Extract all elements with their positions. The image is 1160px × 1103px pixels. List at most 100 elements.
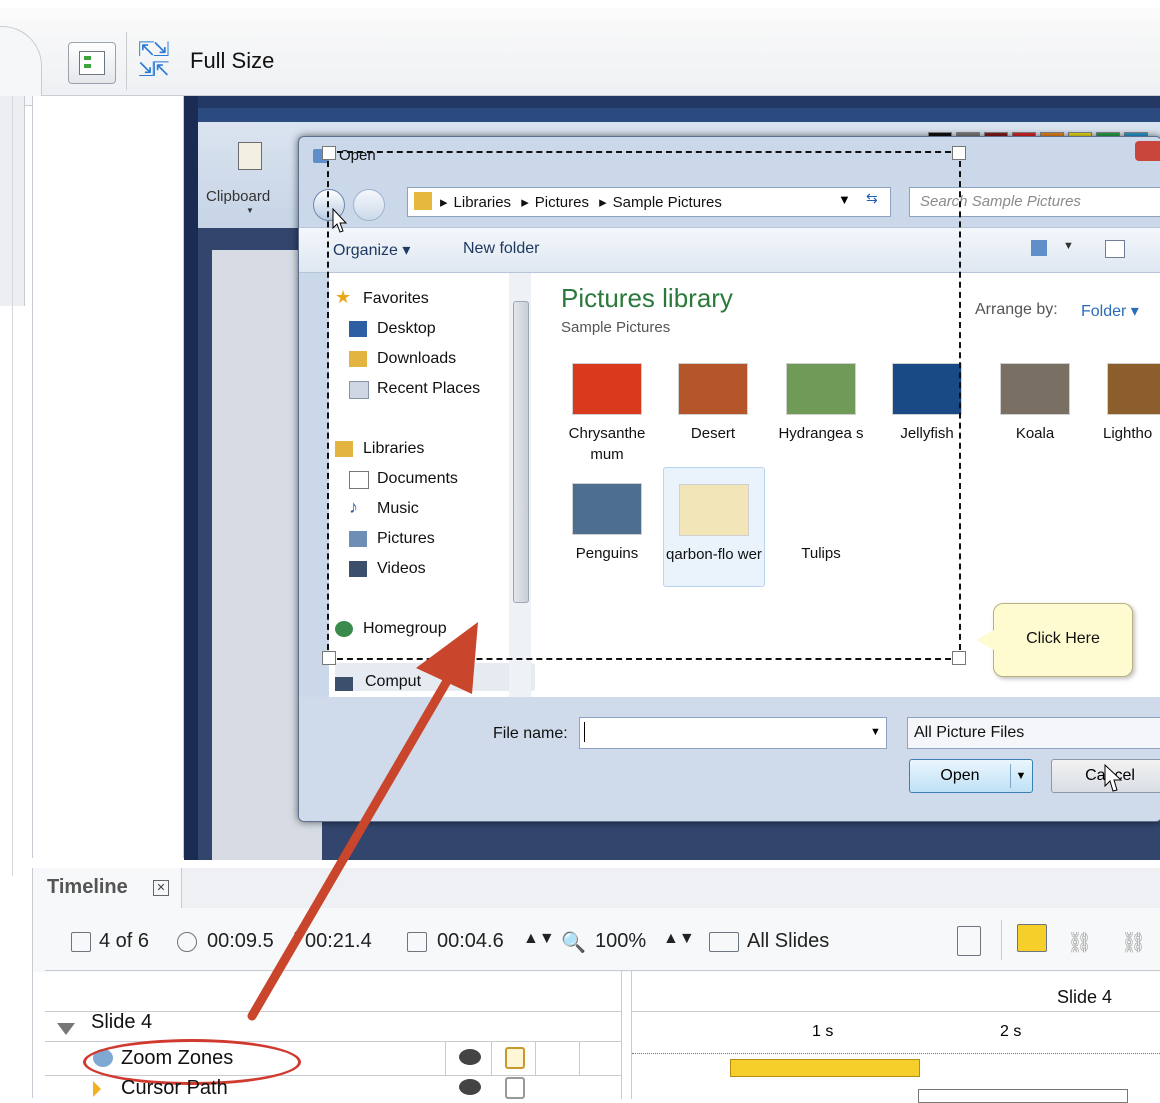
paint-ribbon-tabs [198,108,1160,122]
callout-tail [976,630,994,650]
clock-icon [177,932,197,952]
timeline-title: Timeline [47,876,128,898]
resize-handle-bl[interactable] [322,651,336,665]
resize-handle-br[interactable] [952,651,966,665]
slide-count-icon [71,932,91,952]
file-type-select[interactable]: All Picture Files [907,717,1160,749]
callout-text: Click Here [1026,630,1100,647]
cursor-path-icon [93,1081,101,1097]
resize-handle-tl[interactable] [322,146,336,160]
timeline-tab[interactable]: Timeline ✕ [33,868,182,908]
image-thumb-icon [1000,363,1070,415]
slide-count: 4 of 6 [99,930,150,952]
link-add-icon[interactable]: ⛓ [1067,930,1092,955]
lock-icon[interactable] [505,1047,525,1069]
zoom-stepper-icon[interactable]: ▲▼ [663,930,695,948]
file-type-value: All Picture Files [914,724,1025,741]
view-dropdown-icon[interactable]: ▼ [1063,240,1074,252]
arrange-by-label: Arrange by: [975,301,1058,318]
cell-divider [491,1041,492,1075]
properties-icon[interactable] [1017,924,1047,952]
timeline-column-header [45,971,621,1012]
timeline-header: Timeline ✕ [33,868,1160,909]
ruler-mark-2s: 2 s [1000,1023,1022,1040]
preview-pane-icon[interactable] [1105,240,1125,258]
open-button[interactable]: Open ▼ [909,759,1033,793]
zoom-zone-selection[interactable] [322,146,966,665]
duration-stepper-icon[interactable]: ▲▼ [523,930,555,948]
file-name-dropdown-icon[interactable]: ▼ [870,726,881,738]
all-slides-toggle[interactable]: All Slides [747,930,829,953]
link-remove-icon[interactable]: ⛓ [1121,930,1146,955]
group-label: Slide 4 [91,1011,153,1033]
dialog-footer: Comput File name: ▼ All Picture Files Op… [299,673,1160,821]
timeline-panel: Timeline ✕ 4 of 6 00:09.5 / 00:21.4 00:0… [32,868,1160,1103]
timeline-row-cursor-path[interactable]: Cursor Path [45,1075,621,1099]
time-separator: / [291,930,297,952]
file-name: Koala [1015,425,1055,442]
ruler-mark-1s: 1 s [812,1023,834,1040]
file-thumbnail[interactable]: Koala [985,363,1085,483]
visibility-eye-icon[interactable] [459,1079,481,1095]
clipboard-label: Clipboard [206,188,271,205]
file-name: Lightho [1103,425,1153,442]
open-button-label: Open [940,767,980,784]
lock-icon[interactable] [505,1077,525,1099]
toolbar-separator [1001,920,1002,960]
duration: 00:04.6 [437,930,504,952]
close-button[interactable] [1135,141,1160,161]
open-split-dropdown-icon[interactable]: ▼ [1010,764,1031,788]
resize-handle-tr[interactable] [952,146,966,160]
ruler-divider [632,1011,1160,1012]
properties-icon-bar-2 [84,64,91,68]
mouse-cursor-icon [1104,764,1123,792]
mouse-cursor-icon [332,208,348,233]
left-gutter-line [12,96,13,876]
properties-panel-icon [79,51,105,75]
close-icon[interactable]: ✕ [153,880,169,896]
change-view-icon[interactable] [1031,240,1047,256]
file-name-input[interactable]: ▼ [579,717,887,749]
cell-divider [445,1041,446,1075]
file-name-label: File name: [493,725,568,742]
all-slides-icon [709,932,739,952]
cursor-path-label: Cursor Path [121,1077,228,1099]
click-here-callout[interactable]: Click Here [976,603,1133,677]
file-thumbnail[interactable]: Lightho [1085,363,1160,483]
current-time: 00:09.5 [207,930,274,952]
timeline-grid: Slide 4 Zoom Zones Cursor Path Slide 4 1… [45,970,1160,1103]
timeline-controls: 4 of 6 00:09.5 / 00:21.4 00:04.6 ▲▼ 🔍 10… [33,908,1160,972]
zoom-level: 100% [595,930,647,952]
visibility-eye-icon[interactable] [459,1049,481,1065]
top-toolbar: ⇱⇲ ⇲⇱ Full Size [0,0,1160,106]
clipboard-icon [238,142,262,170]
duration-icon [407,932,427,952]
nav-computer[interactable]: Comput [365,673,421,691]
ruler-ticks [632,1045,1160,1054]
cursor-path-clip[interactable] [918,1089,1128,1103]
split-icon[interactable] [957,926,981,956]
full-size-label[interactable]: Full Size [190,48,274,74]
image-thumb-icon [1107,363,1160,415]
toolbar-separator [126,32,127,90]
computer-icon [335,677,353,691]
timeline-group-row[interactable]: Slide 4 [45,1011,621,1042]
clipboard-dropdown-icon: ▼ [246,206,254,215]
properties-icon-bar-1 [84,56,91,60]
collapse-triangle-icon[interactable] [57,1023,75,1035]
zoom-icon: 🔍 [561,932,586,954]
timeline-ruler: Slide 4 1 s 2 s [631,971,1160,1103]
text-caret [584,722,585,742]
zoom-zone-clip[interactable] [730,1059,920,1077]
slides-panel [32,96,184,858]
timeline-tracks: Slide 4 Zoom Zones Cursor Path [45,971,622,1099]
arrange-by-dropdown[interactable]: Folder ▾ [1081,301,1139,321]
timeline-row-zoom-zones[interactable]: Zoom Zones [45,1039,621,1085]
total-time: 00:21.4 [305,930,372,952]
cell-divider [535,1041,536,1075]
ruler-slide-label: Slide 4 [1056,987,1112,1007]
cell-divider [579,1041,580,1075]
toolbar-tab-edge [0,26,42,106]
full-size-icon[interactable]: ⇱⇲ ⇲⇱ [138,40,184,84]
properties-button[interactable] [68,42,116,84]
